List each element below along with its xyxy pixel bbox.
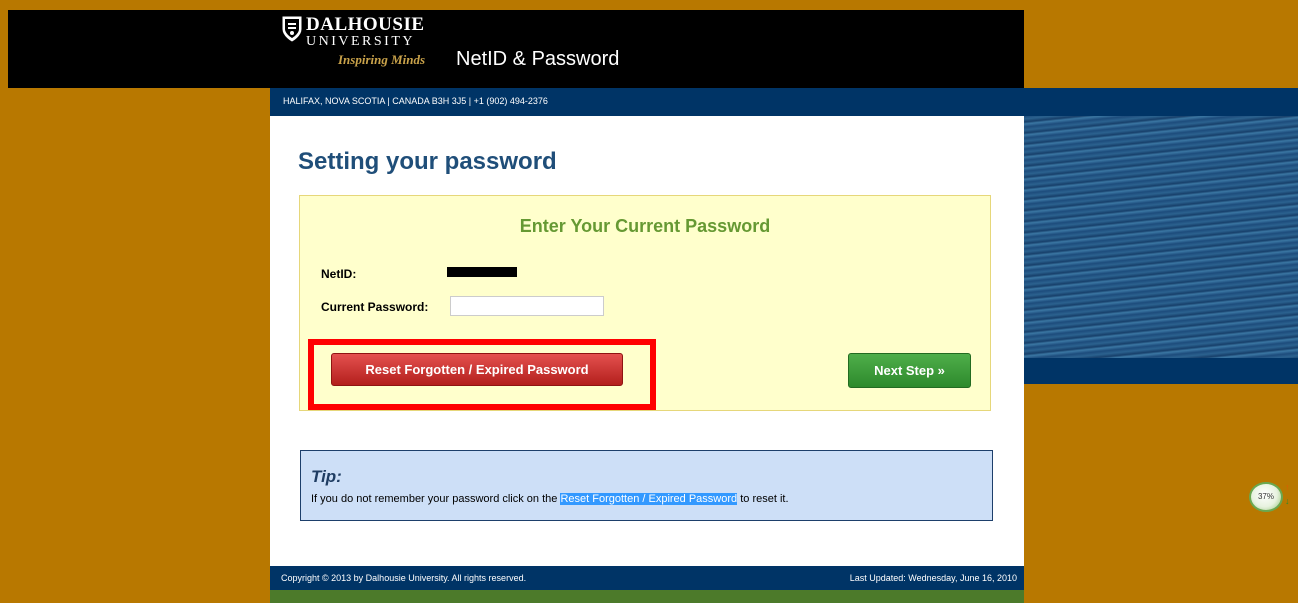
zoom-up-arrow-icon[interactable]: ↑ — [1285, 480, 1295, 494]
reset-password-button[interactable]: Reset Forgotten / Expired Password — [331, 353, 623, 386]
site-title: NetID & Password — [456, 48, 620, 70]
netid-label: NetID: — [321, 267, 357, 281]
zoom-down-arrow-icon[interactable]: ↓ — [1285, 494, 1295, 508]
tip-text-before: If you do not remember your password cli… — [311, 493, 561, 505]
tip-text: If you do not remember your password cli… — [311, 493, 789, 505]
footer-last-updated: Last Updated: Wednesday, June 16, 2010 — [849, 573, 1017, 583]
water-photo — [1024, 116, 1298, 358]
tip-box: Tip: If you do not remember your passwor… — [300, 450, 993, 521]
form-heading: Enter Your Current Password — [519, 216, 771, 236]
logo-name: DALHOUSIE — [306, 14, 425, 35]
netid-value-redacted — [447, 267, 517, 277]
tip-title: Tip: — [311, 467, 342, 486]
logo-tagline: Inspiring Minds — [338, 52, 426, 67]
current-password-label: Current Password: — [321, 300, 429, 314]
dalhousie-logo[interactable]: DALHOUSIE UNIVERSITY Inspiring Minds — [282, 14, 462, 76]
zoom-level-widget[interactable]: 37% — [1249, 482, 1283, 512]
shield-crest-icon — [282, 16, 302, 42]
page-title: Setting your password — [298, 148, 557, 175]
tip-reset-link[interactable]: Reset Forgotten / Expired Password — [560, 493, 738, 505]
tip-text-after: to reset it. — [737, 493, 789, 505]
next-step-button[interactable]: Next Step » — [848, 353, 971, 388]
footer-bar: Copyright © 2013 by Dalhousie University… — [270, 566, 1024, 590]
footer-copyright: Copyright © 2013 by Dalhousie University… — [281, 573, 527, 583]
side-blue-bar — [1024, 358, 1298, 384]
logo-university: UNIVERSITY — [306, 34, 415, 49]
footer-green-strip — [270, 590, 1024, 603]
current-password-input[interactable] — [450, 296, 604, 316]
address-text: HALIFAX, NOVA SCOTIA | CANADA B3H 3J5 | … — [283, 96, 548, 106]
zoom-arrows[interactable]: ↑ ↓ — [1285, 480, 1295, 508]
